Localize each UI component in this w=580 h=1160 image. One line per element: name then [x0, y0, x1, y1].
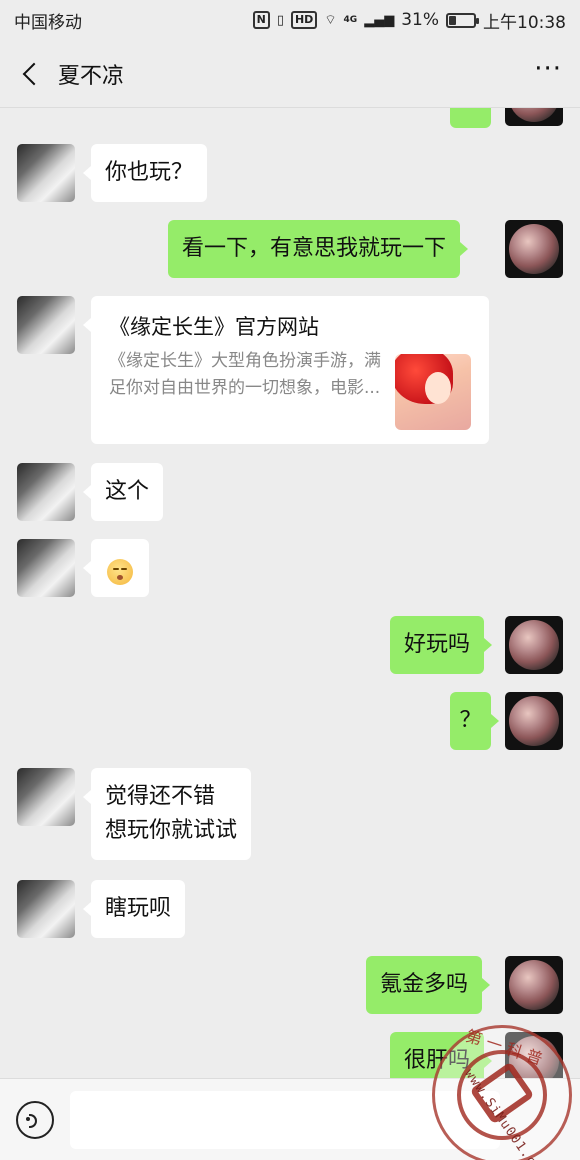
status-icons: N ▯ HD ⌔ 4G ▂▄▆ 31% 上午10:38	[252, 8, 566, 33]
message-line: 想玩你就试试	[105, 818, 238, 843]
message-bubble[interactable]: 好玩吗	[390, 616, 493, 674]
link-card[interactable]: 《缘定长生》官方网站 《缘定长生》大型角色扮演手游，满足你对自由世界的一切想象，…	[83, 296, 489, 444]
contact-avatar[interactable]	[17, 880, 75, 938]
contact-avatar[interactable]	[17, 144, 75, 202]
message-bubble[interactable]: 你也玩？	[82, 144, 208, 202]
link-card-thumbnail	[395, 354, 471, 430]
battery-level	[449, 15, 457, 25]
wifi-icon: ⌔	[324, 13, 337, 28]
more-options-icon[interactable]: ···	[534, 56, 562, 92]
my-avatar[interactable]	[505, 108, 563, 126]
my-avatar[interactable]	[505, 1032, 563, 1078]
hd-icon: HD	[290, 11, 318, 29]
clock: 上午10:38	[483, 12, 566, 33]
message-bubble[interactable]: 瞎玩呗	[82, 880, 186, 938]
my-avatar[interactable]	[505, 220, 563, 278]
message-bubble[interactable]: 觉得还不错 想玩你就试试	[82, 768, 252, 860]
contact-avatar[interactable]	[17, 463, 75, 521]
voice-input-icon[interactable]	[16, 1101, 54, 1139]
message-line: 觉得还不错	[105, 784, 216, 809]
status-bar: 中国移动 N ▯ HD ⌔ 4G ▂▄▆ 31% 上午10:38	[0, 0, 580, 40]
chat-header: 夏不凉 ···	[0, 40, 580, 108]
my-avatar[interactable]	[505, 692, 563, 750]
contact-avatar[interactable]	[17, 296, 75, 354]
link-card-title: 《缘定长生》官方网站	[109, 315, 319, 339]
message-bubble[interactable]: 很肝吗	[390, 1032, 493, 1078]
my-avatar[interactable]	[505, 616, 563, 674]
link-card-description: 《缘定长生》大型角色扮演手游，满足你对自由世界的一切想象，电影...	[109, 351, 381, 398]
battery-percent: 31%	[401, 10, 439, 30]
pensive-face-icon	[107, 559, 133, 585]
message-bubble[interactable]: 氪金多吗	[366, 956, 491, 1014]
message-list[interactable]: 你也玩？ 看一下，有意思我就玩一下 《缘定长生》官方网站 《缘定长生》大型角色扮…	[0, 108, 580, 1078]
message-bubble[interactable]: ？	[450, 692, 499, 750]
message-input[interactable]	[70, 1091, 500, 1149]
message-bubble[interactable]: 看一下，有意思我就玩一下	[168, 220, 469, 278]
message-bubble[interactable]	[83, 539, 149, 597]
contact-name: 夏不凉	[58, 63, 125, 89]
network-type: 4G	[343, 15, 358, 25]
my-avatar[interactable]	[505, 956, 563, 1014]
input-bar	[0, 1078, 580, 1160]
signal-icon: ▂▄▆	[364, 12, 395, 28]
contact-avatar[interactable]	[17, 539, 75, 597]
vibrate-icon: ▯	[276, 12, 284, 28]
contact-avatar[interactable]	[17, 768, 75, 826]
message-bubble[interactable]	[450, 108, 491, 128]
back-arrow-icon[interactable]	[18, 60, 46, 88]
nfc-icon: N	[252, 11, 270, 29]
battery-icon	[446, 12, 479, 28]
message-bubble[interactable]: 这个	[82, 463, 164, 521]
carrier-name: 中国移动	[14, 12, 82, 33]
